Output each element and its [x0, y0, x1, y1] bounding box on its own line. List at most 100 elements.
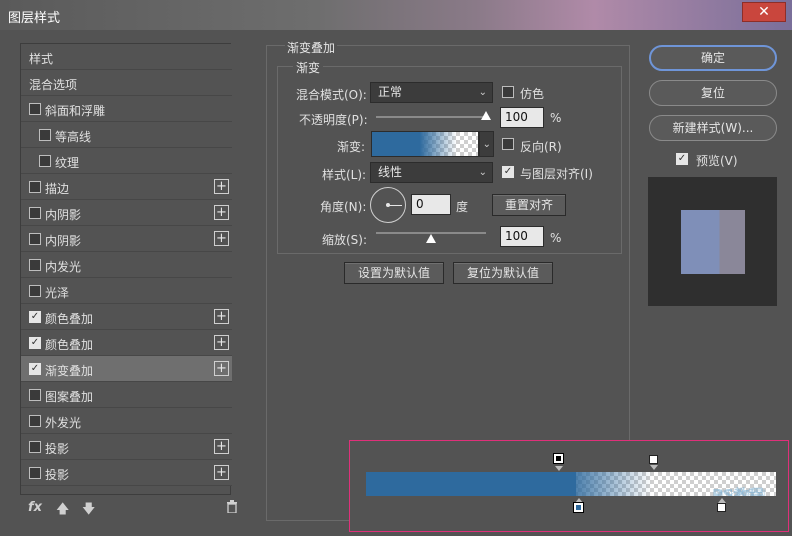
angle-input[interactable]: 0 [411, 194, 451, 215]
opacity-unit: % [550, 111, 562, 125]
color-stop-white[interactable] [717, 503, 726, 512]
gradient-editor-overlay: PS教程 优化教程网 [349, 440, 789, 532]
add-effect-plus-icon[interactable]: + [214, 361, 229, 376]
style-list-toolbar: fx 🡅 🡇 [20, 500, 242, 520]
gradient-swatch[interactable] [371, 131, 479, 157]
angle-dial[interactable] [370, 187, 406, 223]
blend-mode-select[interactable]: 正常 ⌄ [370, 82, 493, 103]
down-arrow-icon[interactable]: 🡇 [82, 500, 95, 522]
style-checkbox[interactable] [29, 207, 41, 219]
scale-slider-handle[interactable] [426, 234, 436, 243]
style-list-item[interactable]: 样式 [21, 44, 232, 70]
style-list-item[interactable]: 内阴影 + [21, 200, 232, 226]
style-list: 样式 混合选项 斜面和浮雕 等高线 纹理 描边 + 内阴影 + 内阴影 + 内发光 光泽 ✓ 颜色叠加 + ✓ 颜… [20, 43, 232, 495]
style-list-item[interactable]: 外发光 [21, 408, 232, 434]
add-effect-plus-icon[interactable]: + [214, 205, 229, 220]
style-checkbox[interactable] [29, 389, 41, 401]
reset-alignment-button[interactable]: 重置对齐 [492, 194, 566, 216]
opacity-input[interactable]: 100 [500, 107, 544, 128]
style-checkbox[interactable]: ✓ [29, 337, 41, 349]
style-checkbox[interactable]: ✓ [29, 311, 41, 323]
gradient-ramp-fade [562, 472, 652, 496]
add-effect-plus-icon[interactable]: + [214, 439, 229, 454]
style-checkbox[interactable] [39, 129, 51, 141]
style-checkbox[interactable] [29, 467, 41, 479]
style-checkbox[interactable] [29, 441, 41, 453]
style-list-item[interactable]: 投影 + [21, 460, 232, 486]
window-title: 图层样式 [8, 11, 61, 26]
align-with-layer-checkbox[interactable]: ✓ [502, 166, 514, 178]
style-list-item[interactable]: 内发光 [21, 252, 232, 278]
style-list-item[interactable]: ✓ 颜色叠加 + [21, 304, 232, 330]
style-checkbox[interactable] [29, 103, 41, 115]
style-list-item[interactable]: 内阴影 + [21, 226, 232, 252]
add-effect-plus-icon[interactable]: + [214, 179, 229, 194]
close-button[interactable]: ✕ [742, 2, 786, 22]
style-checkbox[interactable] [29, 233, 41, 245]
style-list-item[interactable]: 图案叠加 [21, 382, 232, 408]
gradient-ramp[interactable]: PS教程 优化教程网 [366, 472, 776, 496]
style-list-item[interactable]: 纹理 [21, 148, 232, 174]
style-checkbox[interactable] [29, 415, 41, 427]
style-list-label: 样式 [29, 52, 54, 66]
gradient-label: 渐变: [337, 140, 366, 154]
up-arrow-icon[interactable]: 🡅 [56, 500, 69, 522]
style-list-item[interactable]: ✓ 渐变叠加 + [21, 356, 232, 382]
style-list-label: 投影 [45, 468, 70, 482]
gradient-dropdown[interactable]: ⌄ [479, 131, 494, 157]
style-value: 线性 [378, 165, 403, 179]
chevron-down-icon: ⌄ [482, 139, 491, 150]
style-list-label: 外发光 [45, 416, 82, 430]
opacity-stop-pointer [555, 466, 563, 471]
reverse-checkbox[interactable] [502, 138, 514, 150]
opacity-slider[interactable] [376, 116, 486, 118]
opacity-stop-black[interactable] [553, 453, 564, 464]
style-checkbox[interactable] [29, 259, 41, 271]
style-checkbox[interactable]: ✓ [29, 363, 41, 375]
group-title: 渐变叠加 [285, 39, 338, 56]
opacity-label: 不透明度(P): [299, 113, 368, 127]
reset-button[interactable]: 复位 [649, 80, 777, 106]
add-effect-plus-icon[interactable]: + [214, 465, 229, 480]
style-checkbox[interactable] [29, 285, 41, 297]
angle-label: 角度(N): [320, 200, 367, 214]
style-select[interactable]: 线性 ⌄ [370, 162, 493, 183]
gradient-ramp-solid [366, 472, 576, 496]
align-with-layer-label: 与图层对齐(I) [520, 167, 593, 181]
opacity-slider-handle[interactable] [481, 111, 491, 120]
blend-mode-label: 混合模式(O): [296, 88, 367, 102]
style-list-label: 混合选项 [29, 78, 78, 92]
opacity-stop-white[interactable] [649, 455, 658, 464]
scale-input[interactable]: 100 [500, 226, 544, 247]
color-stop-blue[interactable] [573, 502, 584, 513]
style-checkbox[interactable] [39, 155, 51, 167]
dither-checkbox[interactable] [502, 86, 514, 98]
style-list-item[interactable]: 等高线 [21, 122, 232, 148]
style-list-label: 图案叠加 [45, 390, 94, 404]
style-list-item[interactable]: 描边 + [21, 174, 232, 200]
style-list-item[interactable]: 斜面和浮雕 [21, 96, 232, 122]
trash-icon[interactable] [226, 500, 238, 517]
add-effect-plus-icon[interactable]: + [214, 231, 229, 246]
style-list-item[interactable]: ✓ 颜色叠加 + [21, 330, 232, 356]
new-style-button[interactable]: 新建样式(W)... [649, 115, 777, 141]
style-list-item[interactable]: 投影 + [21, 434, 232, 460]
style-list-label: 内阴影 [45, 234, 82, 248]
set-as-default-button[interactable]: 设置为默认值 [344, 262, 444, 284]
style-list-label: 颜色叠加 [45, 338, 94, 352]
style-list-item[interactable]: 光泽 [21, 278, 232, 304]
style-list-label: 渐变叠加 [45, 364, 94, 378]
add-effect-plus-icon[interactable]: + [214, 335, 229, 350]
style-list-label: 内阴影 [45, 208, 82, 222]
fx-button[interactable]: fx [28, 500, 42, 515]
style-list-item[interactable]: 混合选项 [21, 70, 232, 96]
reset-to-default-button[interactable]: 复位为默认值 [453, 262, 553, 284]
chevron-down-icon: ⌄ [478, 167, 487, 178]
style-list-label: 纹理 [55, 156, 80, 170]
ok-button[interactable]: 确定 [649, 45, 777, 71]
preview-checkbox[interactable]: ✓ [676, 153, 688, 165]
style-checkbox[interactable] [29, 181, 41, 193]
add-effect-plus-icon[interactable]: + [214, 309, 229, 324]
subgroup-title: 渐变 [293, 59, 324, 76]
chevron-down-icon: ⌄ [478, 87, 487, 98]
